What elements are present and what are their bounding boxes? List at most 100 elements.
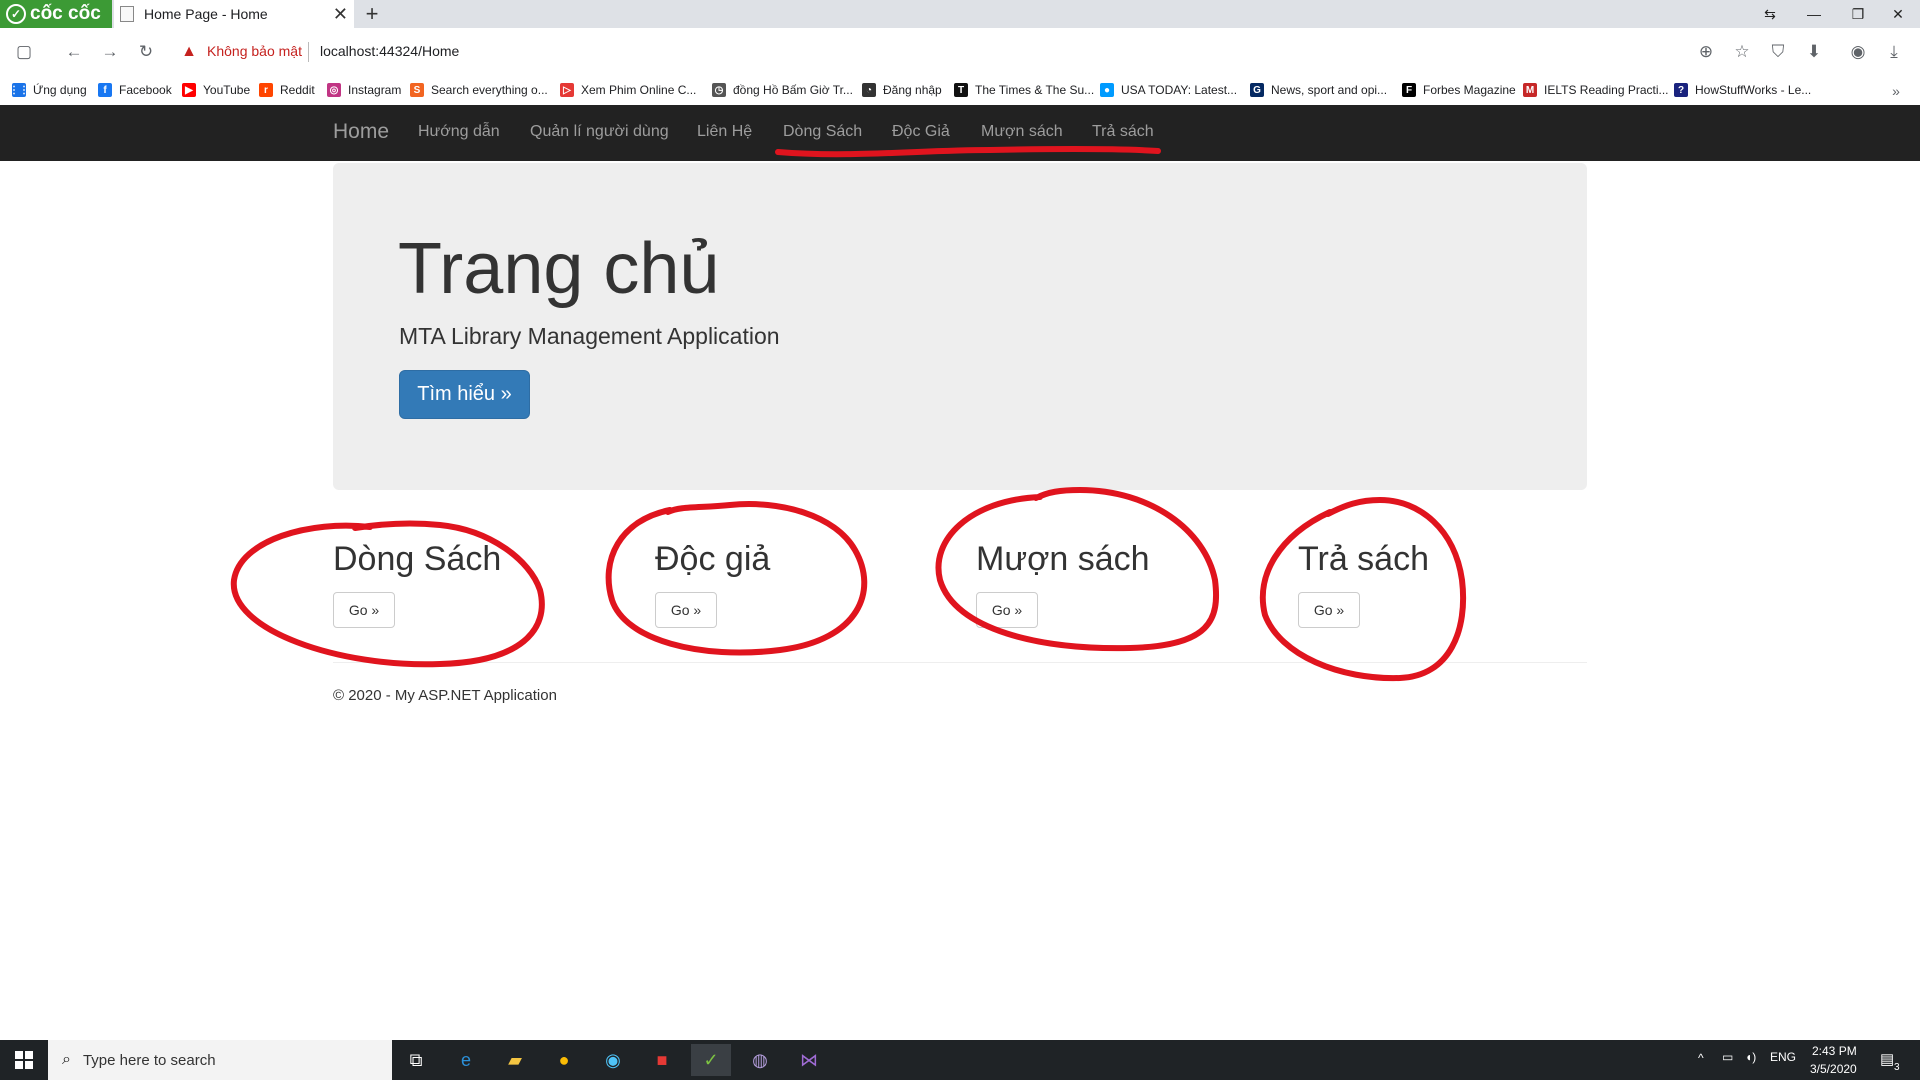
- chrome-icon[interactable]: ●: [544, 1044, 584, 1076]
- bookmark-label: HowStuffWorks - Le...: [1695, 83, 1812, 97]
- go-muon-sach-button[interactable]: Go »: [976, 592, 1038, 628]
- windows-logo-icon: [15, 1051, 33, 1069]
- bookmark-label: Facebook: [119, 83, 172, 97]
- reload-icon[interactable]: ↻: [134, 40, 158, 64]
- bookmark-label: News, sport and opi...: [1271, 83, 1388, 97]
- back-icon[interactable]: ←: [62, 40, 86, 64]
- bookmark-favicon-icon: ▷: [560, 83, 574, 97]
- section-title-dong-sach: Dòng Sách: [333, 540, 502, 578]
- bookmark-item[interactable]: S Search everything o...: [410, 80, 548, 100]
- bookmark-item[interactable]: M IELTS Reading Practi...: [1523, 80, 1669, 100]
- nav-item-huong-dan[interactable]: Hướng dẫn: [418, 123, 500, 141]
- bookmark-label: Reddit: [280, 83, 315, 97]
- database-app-icon[interactable]: ◍: [740, 1044, 780, 1076]
- sidebar-toggle-icon[interactable]: ▢: [12, 40, 36, 64]
- address-bar[interactable]: localhost:44324/Home: [320, 43, 459, 59]
- bookmark-label: Forbes Magazine: [1423, 83, 1516, 97]
- browser-tab[interactable]: Home Page - Home ✕: [114, 0, 354, 28]
- new-tab-button[interactable]: +: [358, 0, 386, 28]
- go-doc-gia-button[interactable]: Go »: [655, 592, 717, 628]
- bookmark-item[interactable]: F Forbes Magazine: [1402, 80, 1516, 100]
- warning-icon[interactable]: ▲: [180, 43, 198, 61]
- footer-text: © 2020 - My ASP.NET Application: [333, 687, 557, 704]
- clock-date[interactable]: 3/5/2020: [1810, 1062, 1857, 1076]
- edge-icon[interactable]: e: [446, 1044, 486, 1076]
- nav-item-quan-li-nguoi-dung[interactable]: Quản lí người dùng: [530, 123, 669, 141]
- bookmark-item[interactable]: ? HowStuffWorks - Le...: [1674, 80, 1811, 100]
- bookmark-label: The Times & The Su...: [975, 83, 1095, 97]
- start-button[interactable]: [0, 1040, 48, 1080]
- visual-studio-icon[interactable]: ⋈: [789, 1044, 829, 1076]
- bookmark-favicon-icon: r: [259, 83, 273, 97]
- nav-item-doc-gia[interactable]: Độc Giả: [892, 123, 950, 141]
- section-title-tra-sach: Trả sách: [1298, 540, 1430, 578]
- task-view-icon[interactable]: ⧉: [396, 1044, 436, 1076]
- bookmark-favicon-icon: ◔: [862, 83, 876, 97]
- bookmark-item[interactable]: G News, sport and opi...: [1250, 80, 1387, 100]
- bookmark-star-icon[interactable]: ☆: [1730, 40, 1754, 64]
- bookmark-item[interactable]: ● USA TODAY: Latest...: [1100, 80, 1237, 100]
- notification-count: 3: [1894, 1062, 1900, 1073]
- nav-item-lien-he[interactable]: Liên Hệ: [697, 123, 752, 141]
- bookmark-item[interactable]: ◔ Đăng nhập: [862, 80, 942, 100]
- bookmark-item[interactable]: ◷ đồng Hồ Bấm Giờ Tr...: [712, 80, 853, 100]
- footer-divider: [333, 662, 1587, 663]
- bookmark-favicon-icon: M: [1523, 83, 1537, 97]
- bookmark-label: Đăng nhập: [883, 83, 942, 97]
- zoom-icon[interactable]: ⊕: [1694, 40, 1718, 64]
- coccoc-logo-icon: ✓: [6, 4, 26, 24]
- close-window-button[interactable]: ✕: [1876, 0, 1920, 28]
- more-bookmarks-icon[interactable]: »: [1884, 79, 1908, 103]
- bookmark-label: Xem Phim Online C...: [581, 83, 697, 97]
- nav-item-muon-sach[interactable]: Mượn sách: [981, 123, 1063, 141]
- close-tab-icon[interactable]: ✕: [333, 4, 348, 25]
- minimize-button[interactable]: —: [1792, 0, 1836, 28]
- go-tra-sach-button[interactable]: Go »: [1298, 592, 1360, 628]
- bookmark-favicon-icon: ▶: [182, 83, 196, 97]
- restore-tabs-icon[interactable]: ⇆: [1748, 0, 1792, 28]
- browser-brand[interactable]: ✓ cốc cốc: [0, 0, 112, 28]
- shield-icon[interactable]: ⛉: [1766, 40, 1790, 64]
- nav-home-link[interactable]: Home: [333, 120, 389, 144]
- search-icon: ⌕: [62, 1051, 71, 1068]
- download-extension-icon[interactable]: ⬇: [1802, 40, 1826, 64]
- browser-app-icon[interactable]: ◉: [593, 1044, 633, 1076]
- page-title: Trang chủ: [398, 229, 720, 309]
- downloads-icon[interactable]: ⤓: [1882, 40, 1906, 64]
- annotation-overlay: [230, 146, 1467, 682]
- bookmark-item[interactable]: T The Times & The Su...: [954, 80, 1094, 100]
- bookmark-favicon-icon: f: [98, 83, 112, 97]
- volume-icon[interactable]: ◖): [1745, 1050, 1756, 1064]
- bookmark-item[interactable]: ▷ Xem Phim Online C...: [560, 80, 696, 100]
- bookmark-label: Instagram: [348, 83, 402, 97]
- circle-annotation-tra-sach: [1259, 496, 1467, 682]
- bookmark-label: đồng Hồ Bấm Giờ Tr...: [733, 83, 853, 97]
- taskbar-search-placeholder: Type here to search: [82, 1051, 216, 1069]
- bookmark-item[interactable]: ⋮⋮ Ứng dụng: [9, 80, 87, 100]
- clock-time[interactable]: 2:43 PM: [1812, 1044, 1857, 1058]
- file-explorer-icon[interactable]: ▰: [495, 1044, 535, 1076]
- bookmark-item[interactable]: r Reddit: [259, 80, 315, 100]
- maximize-button[interactable]: ❐: [1836, 0, 1880, 28]
- page-subtitle: MTA Library Management Application: [399, 323, 780, 349]
- game-app-icon[interactable]: ■: [642, 1044, 682, 1076]
- forward-icon[interactable]: →: [98, 40, 122, 64]
- learn-more-button[interactable]: Tìm hiểu »: [399, 370, 530, 419]
- bookmark-item[interactable]: ▶ YouTube: [182, 80, 250, 100]
- nav-item-dong-sach[interactable]: Dòng Sách: [783, 123, 862, 141]
- notifications-icon[interactable]: ▤: [1880, 1050, 1894, 1068]
- language-indicator[interactable]: ENG: [1770, 1050, 1796, 1064]
- bookmark-favicon-icon: G: [1250, 83, 1264, 97]
- go-dong-sach-button[interactable]: Go »: [333, 592, 395, 628]
- taskbar-search[interactable]: ⌕ Type here to search: [48, 1040, 392, 1080]
- bookmark-item[interactable]: ◎ Instagram: [327, 80, 401, 100]
- bookmark-label: Ứng dụng: [33, 83, 87, 97]
- security-warning[interactable]: Không bảo mật: [207, 43, 302, 59]
- tray-chevron-icon[interactable]: ^: [1698, 1051, 1704, 1065]
- bookmark-label: Search everything o...: [431, 83, 548, 97]
- bookmark-item[interactable]: f Facebook: [98, 80, 172, 100]
- network-icon[interactable]: ▭: [1722, 1050, 1733, 1064]
- nav-item-tra-sach[interactable]: Trả sách: [1092, 123, 1154, 141]
- coccoc-taskbar-icon[interactable]: ✓: [691, 1044, 731, 1076]
- profile-icon[interactable]: ◉: [1846, 40, 1870, 64]
